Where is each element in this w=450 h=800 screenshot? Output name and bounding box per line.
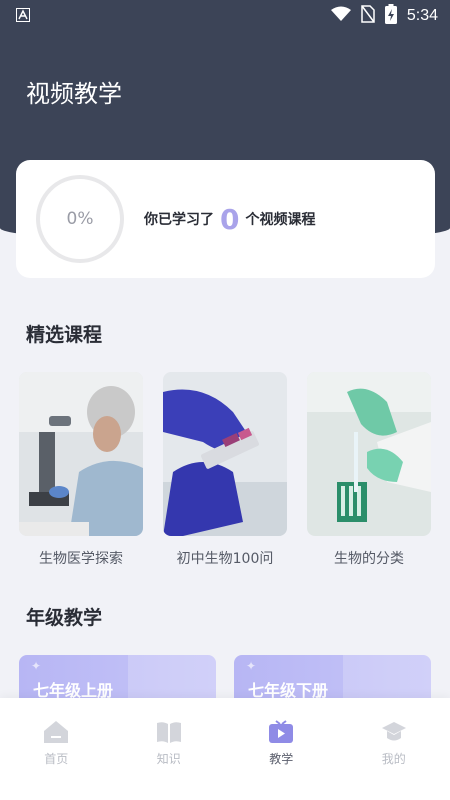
- status-bar: 5:34: [0, 0, 450, 32]
- book-icon: [156, 722, 181, 743]
- course-card[interactable]: 生物医学探索: [19, 372, 143, 568]
- featured-section-title: 精选课程: [26, 324, 103, 346]
- graduation-cap-icon: [381, 722, 406, 741]
- progress-summary: 你已学习了 0 个视频课程: [144, 203, 315, 236]
- video-icon: [269, 720, 294, 743]
- app-notification-icon: [16, 7, 30, 26]
- nav-label: 知识: [156, 752, 181, 766]
- progress-suffix: 个视频课程: [245, 212, 316, 228]
- battery-charging-icon: [384, 4, 397, 28]
- course-card[interactable]: 初中生物100问: [163, 372, 287, 568]
- progress-percent: 0%: [66, 209, 94, 229]
- course-thumbnail-test-strip: [163, 372, 287, 536]
- course-label: 生物医学探索: [39, 551, 123, 567]
- course-thumbnail-microscope: [19, 372, 143, 536]
- nav-label: 我的: [381, 752, 406, 766]
- sparkle-icon: ✦: [31, 659, 42, 673]
- page-title: 视频教学: [26, 80, 122, 108]
- nav-item-knowledge[interactable]: 知识: [129, 720, 209, 800]
- nav-item-home[interactable]: 首页: [16, 720, 96, 800]
- progress-count: 0: [220, 202, 240, 236]
- course-thumbnail-lab-tubes: [307, 372, 431, 536]
- featured-course-list: 生物医学探索 初中生物100问 生物的分类: [19, 372, 431, 568]
- nav-item-teaching[interactable]: 教学: [241, 720, 321, 800]
- no-sim-icon: [361, 5, 375, 27]
- course-label: 生物的分类: [334, 551, 404, 567]
- wifi-icon: [330, 6, 351, 26]
- status-time: 5:34: [406, 7, 438, 24]
- grades-section-title: 年级教学: [26, 607, 103, 629]
- course-card[interactable]: 生物的分类: [307, 372, 431, 568]
- progress-ring: 0%: [36, 175, 124, 263]
- sparkle-icon: ✦: [246, 659, 257, 673]
- bottom-nav: 首页 知识 教学 我的: [0, 698, 450, 800]
- home-icon: [44, 721, 69, 743]
- nav-label: 教学: [269, 752, 294, 766]
- nav-item-mine[interactable]: 我的: [354, 720, 434, 800]
- course-label: 初中生物100问: [176, 551, 274, 567]
- progress-prefix: 你已学习了: [144, 212, 214, 228]
- nav-label: 首页: [44, 752, 69, 766]
- progress-card: 0% 你已学习了 0 个视频课程: [16, 160, 435, 278]
